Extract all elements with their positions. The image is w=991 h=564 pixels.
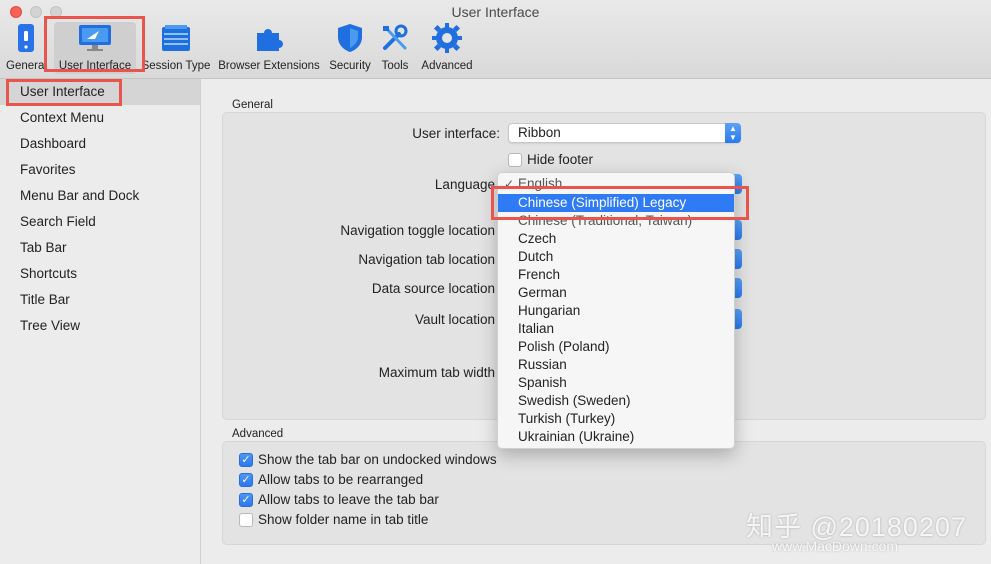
puzzle-piece-icon: [216, 22, 322, 54]
menu-item-language[interactable]: Turkish (Turkey): [498, 410, 734, 428]
language-popup-edge[interactable]: [734, 174, 742, 194]
sidebar-item-user-interface[interactable]: User Interface: [0, 79, 200, 105]
menu-item-language[interactable]: Italian: [498, 320, 734, 338]
phone-icon: [6, 22, 46, 54]
toolbar-label: Security: [329, 60, 371, 72]
menu-item-language[interactable]: Dutch: [498, 248, 734, 266]
nav-tab-location-label: Navigation tab location: [358, 252, 495, 267]
toolbar-label: Tools: [381, 60, 409, 72]
data-source-popup-edge[interactable]: [734, 278, 742, 298]
toolbar-label: Browser Extensions: [218, 60, 320, 72]
nav-tab-popup-edge[interactable]: [734, 249, 742, 269]
toolbar-label: General: [6, 60, 46, 72]
sidebar-item-tab-bar[interactable]: Tab Bar: [0, 235, 200, 261]
option-allow-tabs-leave[interactable]: ✓ Allow tabs to leave the tab bar: [239, 492, 439, 507]
menu-item-language[interactable]: Ukrainian (Ukraine): [498, 428, 734, 446]
sidebar: User Interface Context Menu Dashboard Fa…: [0, 79, 201, 564]
wrench-screwdriver-icon: [378, 22, 412, 54]
menu-item-english[interactable]: ✓ English: [498, 175, 734, 193]
menu-item-language[interactable]: Swedish (Sweden): [498, 392, 734, 410]
toolbar-browser-extensions[interactable]: Browser Extensions: [216, 22, 322, 74]
menu-item-language[interactable]: Russian: [498, 356, 734, 374]
toolbar-session-type[interactable]: Session Type: [140, 22, 212, 74]
toolbar-security[interactable]: Security: [326, 22, 374, 74]
user-interface-value: Ribbon: [518, 125, 561, 140]
menu-item-language[interactable]: German: [498, 284, 734, 302]
advanced-section-label: Advanced: [232, 428, 284, 440]
toolbar-general[interactable]: General: [6, 22, 46, 74]
menu-item-chinese-simplified-legacy[interactable]: Chinese (Simplified) Legacy: [498, 194, 734, 212]
toolbar-label: Session Type: [141, 60, 211, 72]
menu-item-language[interactable]: Czech: [498, 230, 734, 248]
checkbox-box: [239, 512, 253, 527]
user-interface-label: User interface:: [412, 126, 500, 141]
vault-location-label: Vault location: [414, 312, 495, 327]
sidebar-item-search-field[interactable]: Search Field: [0, 209, 200, 235]
sidebar-item-dashboard[interactable]: Dashboard: [0, 131, 200, 157]
toolbar-user-interface[interactable]: User Interface: [54, 22, 136, 74]
checkmark-icon: ✓: [239, 452, 253, 467]
checkbox-box: [508, 152, 522, 167]
sidebar-item-favorites[interactable]: Favorites: [0, 157, 200, 183]
window-toolbar: User Interface General User Interface Se…: [0, 0, 991, 79]
gear-icon: [418, 22, 476, 54]
option-allow-tabs-rearranged[interactable]: ✓ Allow tabs to be rearranged: [239, 472, 423, 487]
watermark-site: www.MacDown.com: [772, 538, 899, 554]
option-show-tab-bar-undocked[interactable]: ✓ Show the tab bar on undocked windows: [239, 452, 497, 467]
nav-toggle-popup-edge[interactable]: [734, 220, 742, 240]
max-tab-width-label: Maximum tab width: [378, 365, 495, 380]
toolbar-label: User Interface: [58, 60, 132, 72]
toolbar-advanced[interactable]: Advanced: [418, 22, 476, 74]
hide-footer-label: Hide footer: [527, 152, 594, 167]
menu-item-chinese-traditional[interactable]: Chinese (Traditional, Taiwan): [498, 212, 734, 230]
shield-icon: [326, 22, 374, 54]
option-label: Allow tabs to leave the tab bar: [258, 492, 439, 507]
sidebar-item-shortcuts[interactable]: Shortcuts: [0, 261, 200, 287]
vault-popup-edge[interactable]: [734, 309, 742, 329]
folder-stack-icon: [140, 22, 212, 54]
menu-item-language[interactable]: French: [498, 266, 734, 284]
sidebar-item-tree-view[interactable]: Tree View: [0, 313, 200, 339]
language-label: Language: [434, 177, 495, 192]
menu-item-language[interactable]: Spanish: [498, 374, 734, 392]
hide-footer-checkbox[interactable]: Hide footer: [508, 152, 593, 167]
option-label: Allow tabs to be rearranged: [258, 472, 424, 487]
checkmark-icon: ✓: [504, 177, 515, 191]
data-source-location-label: Data source location: [371, 281, 495, 296]
option-label: Show folder name in tab title: [258, 512, 429, 527]
menu-item-language[interactable]: Polish (Poland): [498, 338, 734, 356]
nav-toggle-location-label: Navigation toggle location: [340, 223, 495, 238]
popup-arrows-icon: ▲ ▼: [725, 123, 741, 143]
option-label: Show the tab bar on undocked windows: [258, 452, 497, 467]
checkmark-icon: ✓: [239, 472, 253, 487]
toolbar-tools[interactable]: Tools: [378, 22, 412, 74]
sidebar-item-menu-bar-and-dock[interactable]: Menu Bar and Dock: [0, 183, 200, 209]
monitor-icon: [54, 22, 136, 54]
general-section-label: General: [232, 99, 273, 111]
toolbar-label: Advanced: [421, 60, 473, 72]
menu-item-language[interactable]: Hungarian: [498, 302, 734, 320]
option-show-folder-name[interactable]: Show folder name in tab title: [239, 512, 428, 527]
sidebar-item-context-menu[interactable]: Context Menu: [0, 105, 200, 131]
sidebar-item-title-bar[interactable]: Title Bar: [0, 287, 200, 313]
user-interface-popup[interactable]: Ribbon ▲ ▼: [508, 123, 741, 143]
checkmark-icon: ✓: [239, 492, 253, 507]
language-dropdown-menu: ✓ English Chinese (Simplified) Legacy Ch…: [497, 172, 735, 449]
window-title: User Interface: [451, 4, 540, 20]
